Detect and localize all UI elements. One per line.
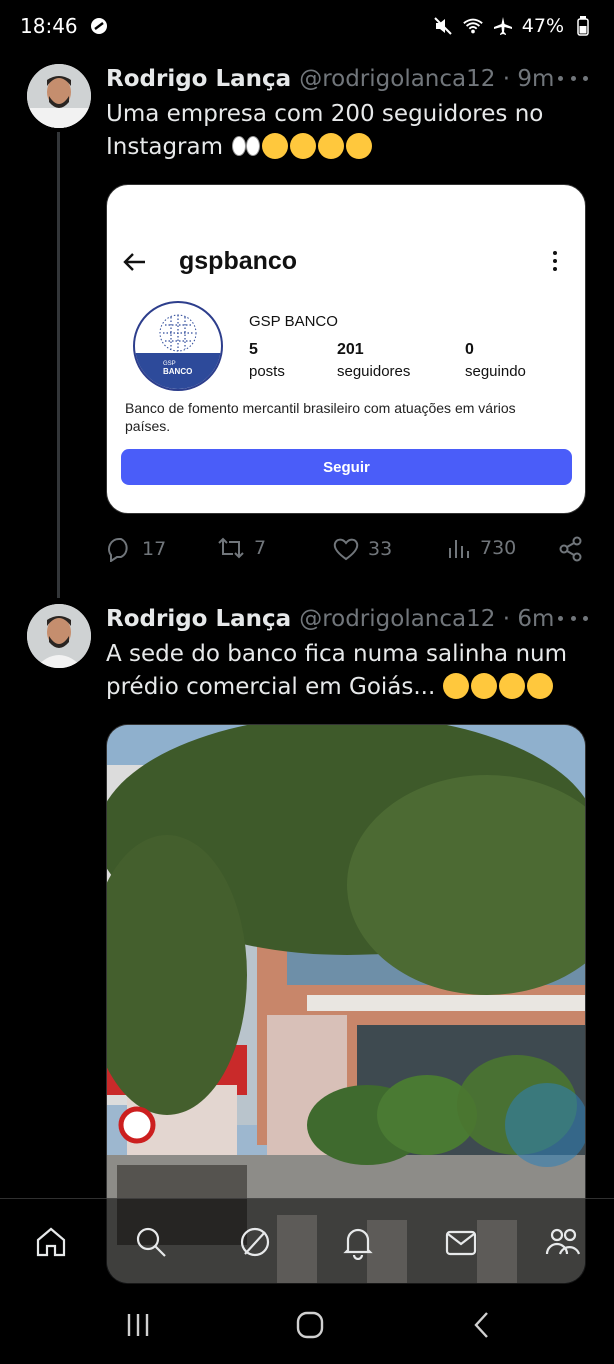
hand-over-mouth-emoji-icon	[470, 673, 497, 699]
ig-follow-button: Seguir	[121, 449, 572, 485]
notifications-icon	[343, 1228, 373, 1260]
do-not-disturb-icon	[88, 15, 110, 37]
system-navigation-bar	[0, 1284, 614, 1364]
hand-over-mouth-emoji-icon	[526, 673, 553, 699]
wifi-icon	[462, 15, 484, 37]
tweet-text: A sede do banco fica numa salinha num pr…	[106, 641, 567, 700]
like-button[interactable]: 33	[332, 536, 392, 562]
messages-icon	[445, 1230, 477, 1256]
analytics-icon	[449, 540, 469, 558]
reply-count: 17	[142, 538, 167, 560]
views-count: 730	[480, 537, 517, 559]
ig-display-name: GSP BANCO	[249, 313, 338, 330]
author-name[interactable]: Rodrigo Lança	[106, 64, 291, 94]
tweet-actions: 17 7 33 730	[106, 536, 586, 566]
reply-icon	[108, 538, 128, 562]
tweet-text: Uma empresa com 200 seguidores no Instag…	[106, 101, 544, 160]
avatar[interactable]	[27, 604, 91, 668]
back-icon	[474, 1312, 488, 1338]
author-handle[interactable]: @rodrigolanca12 · 9m	[299, 64, 554, 94]
ig-username: gspbanco	[179, 247, 298, 275]
thinking-face-emoji-icon	[290, 133, 317, 159]
retweet-icon	[218, 537, 244, 559]
recent-apps-button[interactable]	[118, 1310, 158, 1340]
search-icon	[136, 1227, 166, 1257]
home-tab[interactable]	[30, 1221, 72, 1263]
kebab-menu-icon	[553, 251, 557, 271]
reply-button[interactable]: 17	[106, 536, 166, 562]
retweet-count: 7	[254, 537, 267, 559]
hand-over-mouth-emoji-icon	[318, 133, 345, 159]
thinking-face-emoji-icon	[498, 673, 525, 699]
svg-text:BANCO: BANCO	[163, 367, 192, 376]
mute-icon	[432, 15, 454, 37]
share-icon	[559, 536, 582, 562]
ig-bio: Banco de fomento mercantil brasileiro co…	[125, 400, 516, 434]
heart-icon	[333, 538, 359, 561]
grok-tab[interactable]	[234, 1221, 276, 1263]
more-options-icon[interactable]	[558, 68, 588, 88]
battery-percent: 47%	[521, 15, 564, 37]
retweet-button[interactable]: 7	[216, 536, 266, 560]
status-bar: 18:46 47%	[0, 0, 614, 52]
instagram-profile-image[interactable]: gspbanco GSP BANCO GSP BANCO 5 posts 201…	[106, 184, 586, 514]
tweet[interactable]: Rodrigo Lança @rodrigolanca12 · 9m Uma e…	[0, 60, 614, 580]
avatar[interactable]	[27, 64, 91, 128]
gsp-banco-logo: GSP BANCO	[133, 301, 223, 391]
home-button[interactable]	[290, 1310, 330, 1340]
communities-icon	[545, 1228, 581, 1255]
bottom-navigation	[0, 1198, 614, 1284]
thinking-face-emoji-icon	[442, 673, 469, 699]
grok-icon	[240, 1227, 270, 1257]
messages-tab[interactable]	[440, 1221, 482, 1263]
search-tab[interactable]	[130, 1221, 172, 1263]
clock: 18:46	[20, 14, 78, 38]
battery-icon	[572, 15, 594, 37]
like-count: 33	[368, 538, 393, 560]
share-button[interactable]	[558, 536, 584, 562]
views-button[interactable]: 730	[446, 536, 516, 560]
eyes-emoji-icon	[230, 133, 261, 159]
hand-over-mouth-emoji-icon	[346, 133, 373, 159]
ig-posts-stat: 5 posts	[249, 341, 285, 380]
notifications-tab[interactable]	[337, 1221, 379, 1263]
more-options-icon[interactable]	[558, 608, 588, 628]
home-icon	[36, 1227, 66, 1257]
thinking-face-emoji-icon	[262, 133, 289, 159]
airplane-mode-icon	[492, 15, 514, 37]
back-button[interactable]	[462, 1310, 502, 1340]
back-arrow-icon	[121, 248, 149, 276]
author-name[interactable]: Rodrigo Lança	[106, 604, 291, 634]
recent-apps-icon	[127, 1314, 149, 1336]
author-handle[interactable]: @rodrigolanca12 · 6m	[299, 604, 554, 634]
ig-followers-stat: 201 seguidores	[337, 341, 411, 380]
ig-following-stat: 0 seguindo	[465, 341, 526, 380]
communities-tab[interactable]	[542, 1221, 584, 1263]
home-button-icon	[296, 1311, 324, 1339]
